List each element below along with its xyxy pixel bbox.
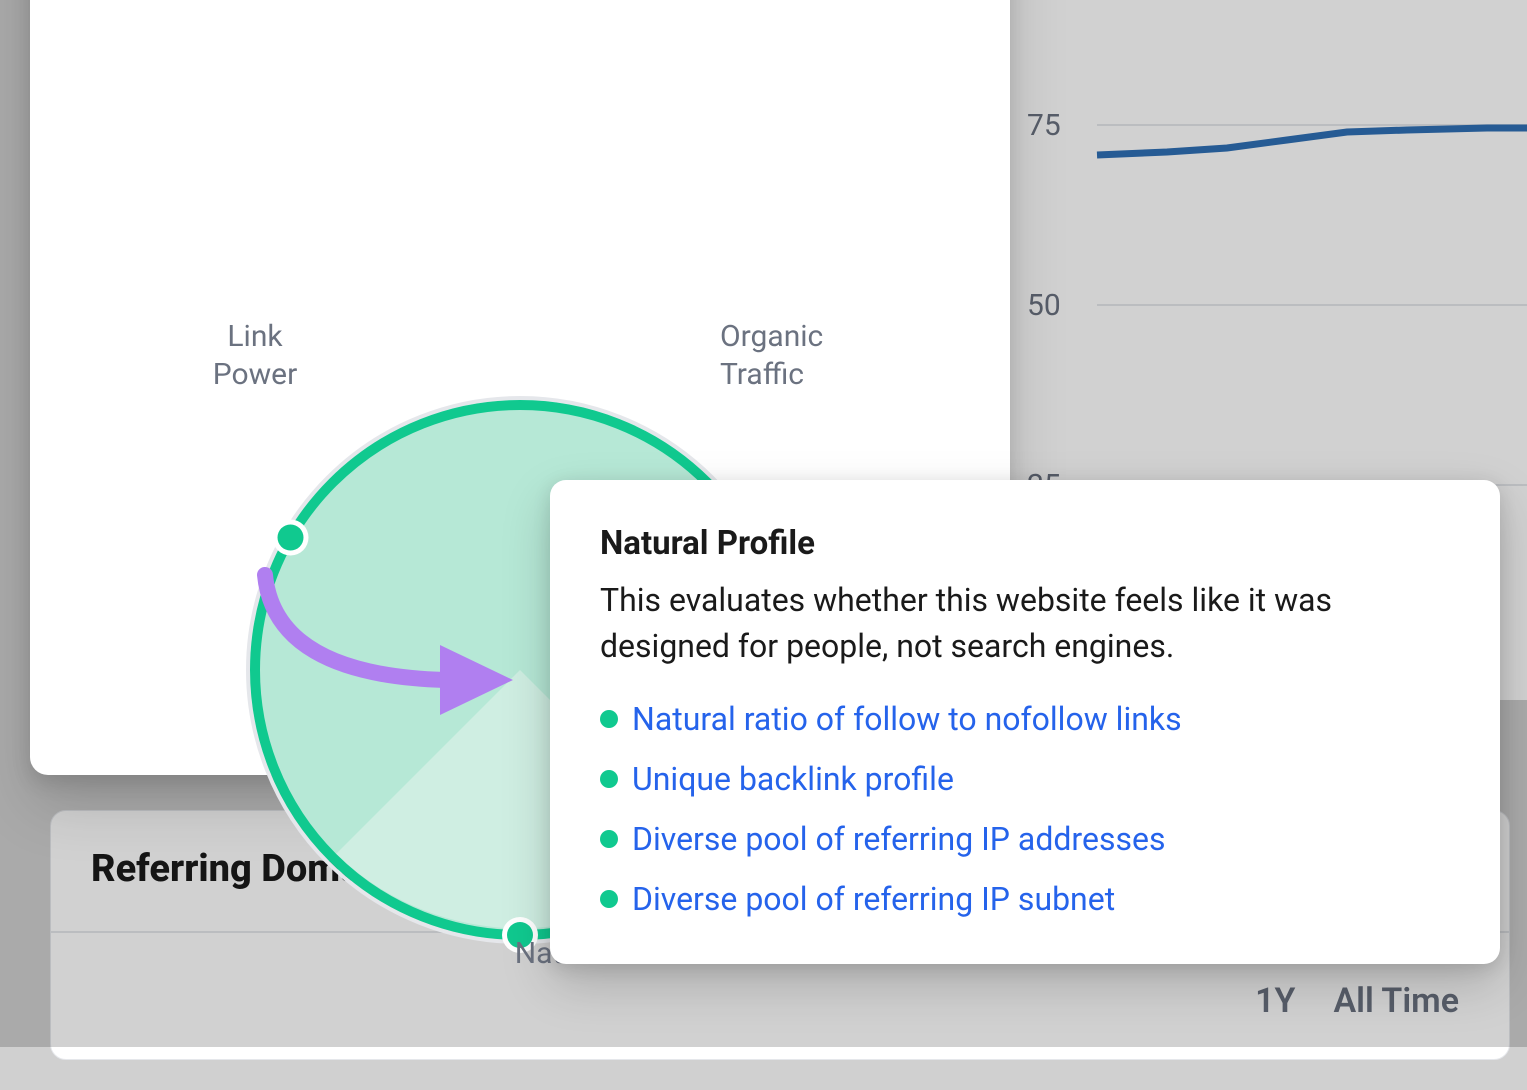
bullet-dot-icon bbox=[600, 830, 618, 848]
tooltip-link[interactable]: Natural ratio of follow to nofollow link… bbox=[632, 700, 1182, 738]
tooltip-link[interactable]: Unique backlink profile bbox=[632, 760, 954, 798]
tooltip-link[interactable]: Diverse pool of referring IP subnet bbox=[632, 880, 1115, 918]
tooltip-list-item: Natural ratio of follow to nofollow link… bbox=[600, 700, 1450, 738]
axis-label-organic-traffic: Organic TrafficOrganicTraffic bbox=[720, 318, 890, 393]
time-range-all-time[interactable]: All Time bbox=[1333, 981, 1459, 1021]
line-series bbox=[1097, 128, 1527, 155]
axis-label-link-power: Link PowerLinkPower bbox=[190, 318, 320, 393]
bullet-dot-icon bbox=[600, 710, 618, 728]
tooltip-title: Natural Profile bbox=[600, 524, 1450, 563]
y-tick-50: 50 bbox=[1027, 288, 1061, 323]
time-range-1y[interactable]: 1Y bbox=[1255, 981, 1295, 1021]
time-range-tabs[interactable]: 1Y All Time bbox=[1255, 981, 1459, 1021]
tooltip-list-item: Diverse pool of referring IP subnet bbox=[600, 880, 1450, 918]
tooltip-list-item: Unique backlink profile bbox=[600, 760, 1450, 798]
tooltip-description: This evaluates whether this website feel… bbox=[600, 577, 1450, 670]
tooltip-criteria-list: Natural ratio of follow to nofollow link… bbox=[600, 700, 1450, 918]
tooltip-link[interactable]: Diverse pool of referring IP addresses bbox=[632, 820, 1165, 858]
tooltip-list-item: Diverse pool of referring IP addresses bbox=[600, 820, 1450, 858]
natural-profile-tooltip: Natural Profile This evaluates whether t… bbox=[550, 480, 1500, 964]
y-tick-75: 75 bbox=[1027, 108, 1061, 143]
radar-point-link-power[interactable] bbox=[278, 525, 304, 551]
bullet-dot-icon bbox=[600, 890, 618, 908]
bullet-dot-icon bbox=[600, 770, 618, 788]
